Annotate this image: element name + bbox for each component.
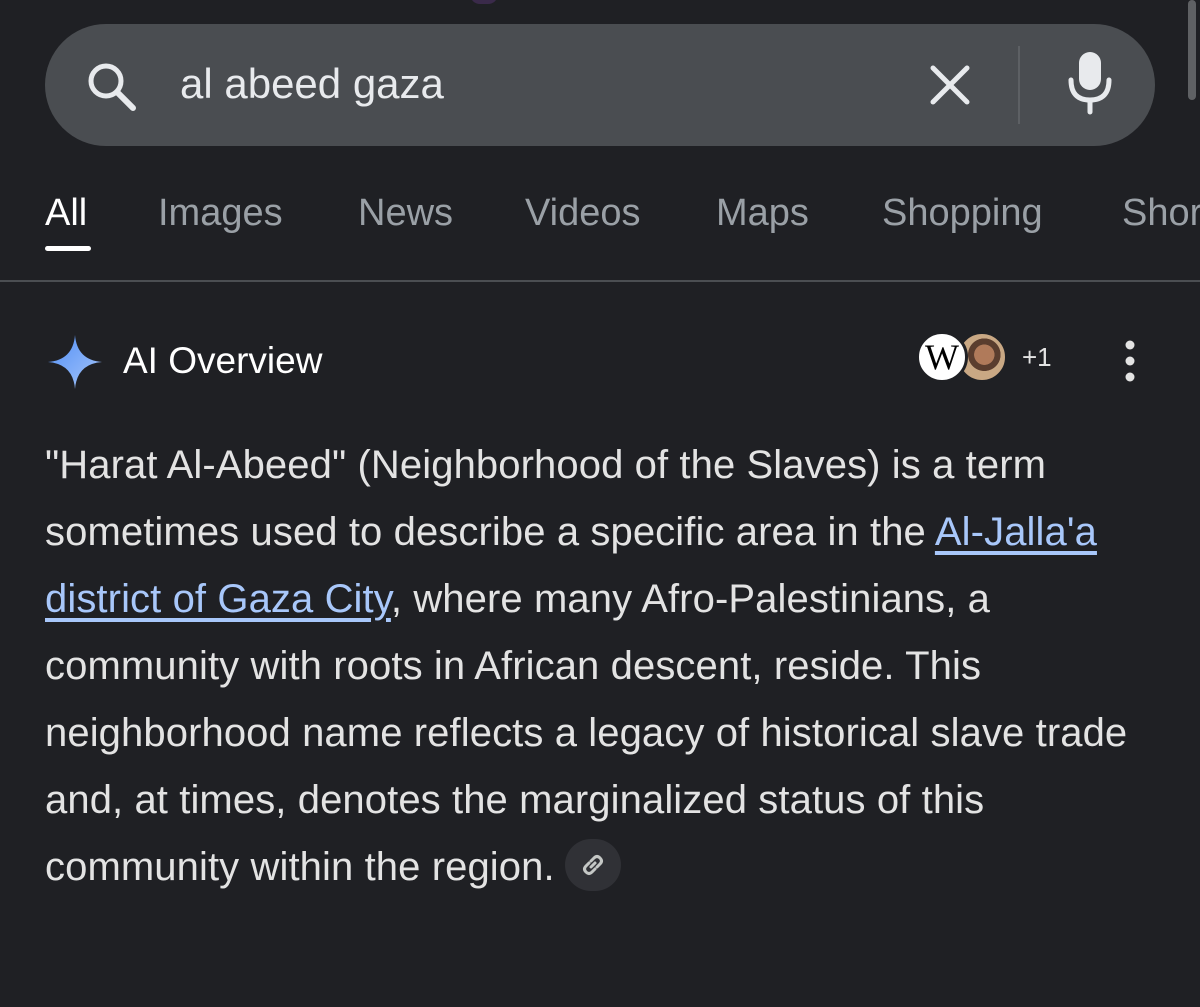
search-divider <box>1018 46 1020 124</box>
wikipedia-icon: W <box>916 331 968 383</box>
tab-news[interactable]: News <box>358 188 453 238</box>
ai-overview-text: "Harat Al-Abeed" (Neighborhood of the Sl… <box>45 432 1155 901</box>
top-accent <box>470 0 498 4</box>
sources-button[interactable]: W +1 <box>916 331 1066 391</box>
ai-overview-header: AI Overview W +1 <box>0 325 1200 395</box>
search-icon[interactable] <box>85 60 139 114</box>
tab-shopping[interactable]: Shopping <box>882 188 1043 238</box>
more-vert-icon[interactable] <box>1112 333 1148 389</box>
tab-shorts[interactable]: Shor <box>1122 188 1200 238</box>
close-icon[interactable] <box>925 60 975 110</box>
search-tabs: All Images News Videos Maps Shopping Sho… <box>0 180 1200 282</box>
search-input[interactable] <box>180 54 880 114</box>
link-icon[interactable] <box>564 839 621 892</box>
sources-more-count: +1 <box>1022 342 1052 372</box>
tab-all[interactable]: All <box>45 188 87 238</box>
overview-text-before-link: "Harat Al-Abeed" (Neighborhood of the Sl… <box>45 443 1047 554</box>
search-results-page: All Images News Videos Maps Shopping Sho… <box>0 0 1200 1007</box>
sparkle-icon <box>46 333 104 391</box>
ai-overview-title: AI Overview <box>123 340 323 381</box>
microphone-icon[interactable] <box>1065 50 1115 116</box>
tab-videos[interactable]: Videos <box>525 188 641 238</box>
tab-images[interactable]: Images <box>158 188 283 238</box>
scrollbar[interactable] <box>1188 0 1196 100</box>
search-bar[interactable] <box>45 24 1155 146</box>
tab-active-indicator <box>45 246 91 251</box>
tab-maps[interactable]: Maps <box>716 188 809 238</box>
